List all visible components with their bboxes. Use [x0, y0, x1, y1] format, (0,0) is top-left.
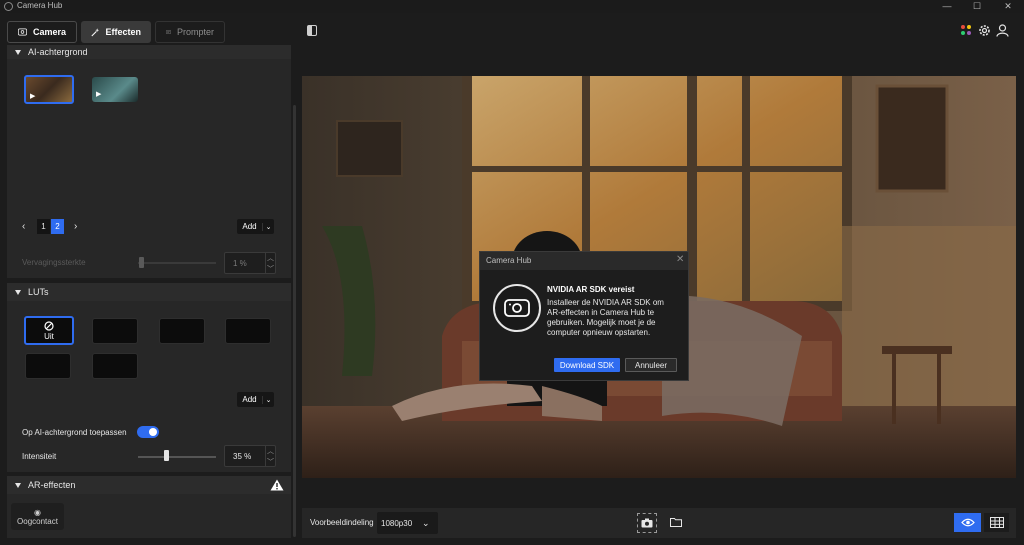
- blur-strength-label: Vervagingssterkte: [22, 258, 86, 267]
- toggle-knob: [149, 428, 157, 436]
- camera-icon: [493, 284, 541, 332]
- page-1-button[interactable]: 1: [37, 219, 50, 234]
- lut-preset[interactable]: [92, 353, 138, 379]
- camera-icon: [18, 28, 27, 36]
- collapse-triangle-icon: [15, 482, 21, 488]
- add-background-button[interactable]: Add ⌄: [237, 219, 274, 234]
- app-title: Camera Hub: [17, 1, 63, 10]
- intensity-slider-knob[interactable]: [163, 450, 169, 461]
- app-logo-icon: [4, 2, 13, 11]
- title-bar: Camera Hub — ☐ ✕: [0, 0, 1024, 13]
- account-icon[interactable]: [996, 24, 1009, 37]
- luts-header[interactable]: LUTs: [7, 283, 291, 301]
- page-2-button[interactable]: 2: [51, 219, 64, 234]
- lut-off-button[interactable]: Uit: [24, 316, 74, 345]
- blur-value-field[interactable]: 1 % ︿ ﹀: [224, 252, 276, 274]
- add-lut-label: Add: [242, 395, 257, 404]
- lut-preset[interactable]: [25, 353, 71, 379]
- tab-effects-label: Effecten: [105, 27, 141, 37]
- luts-title: LUTs: [28, 287, 49, 297]
- lut-off-label: Uit: [44, 331, 54, 341]
- dialog-title-bar: Camera Hub: [480, 252, 688, 270]
- intensity-stepper[interactable]: ︿ ﹀: [265, 445, 275, 467]
- blur-value: 1 %: [233, 258, 247, 268]
- ai-background-header[interactable]: AI-achtergrond: [7, 45, 291, 59]
- background-thumbnail[interactable]: ▶: [24, 75, 74, 104]
- disabled-icon: [44, 320, 54, 331]
- blur-stepper[interactable]: ︿ ﹀: [265, 252, 275, 274]
- ar-effects-header[interactable]: AR-effecten: [7, 476, 291, 494]
- blur-slider-track[interactable]: [138, 262, 216, 264]
- eye-contact-icon: ◉: [34, 507, 41, 517]
- prev-page-icon[interactable]: ‹: [22, 221, 25, 232]
- chevron-down-icon: ⌄: [262, 395, 274, 404]
- preview-toolbar: Voorbeeldindeling 1080p30 ⌄: [302, 508, 1016, 538]
- add-background-label: Add: [242, 222, 257, 231]
- video-icon: ▶: [30, 93, 36, 100]
- intensity-value-field[interactable]: 35 % ︿ ﹀: [224, 445, 276, 467]
- warning-icon[interactable]: [270, 479, 284, 493]
- blur-slider-knob[interactable]: [138, 257, 144, 268]
- ai-background-title: AI-achtergrond: [28, 47, 88, 57]
- apply-to-background-label: Op AI-achtergrond toepassen: [22, 428, 127, 437]
- eye-icon: [960, 518, 975, 527]
- lut-preset[interactable]: [225, 318, 271, 344]
- apply-to-background-toggle[interactable]: [137, 426, 159, 438]
- maximize-button[interactable]: ☐: [962, 0, 992, 13]
- tab-prompter-label: Prompter: [176, 27, 214, 37]
- dialog-heading: NVIDIA AR SDK vereist: [547, 285, 635, 294]
- dialog-title: Camera Hub: [486, 256, 532, 265]
- video-icon: ▶: [96, 91, 102, 98]
- lut-preset[interactable]: [159, 318, 205, 344]
- snapshot-button[interactable]: [637, 513, 657, 533]
- lut-preset[interactable]: [92, 318, 138, 344]
- chevron-down-icon: ⌄: [422, 517, 430, 528]
- preview-layout-label: Voorbeeldindeling: [310, 518, 374, 527]
- eye-contact-button[interactable]: ◉ Oogcontact: [11, 503, 64, 530]
- tab-effects[interactable]: Effecten: [81, 21, 151, 43]
- collapse-triangle-icon: [15, 289, 21, 295]
- eye-contact-label: Oogcontact: [17, 516, 58, 526]
- resolution-dropdown[interactable]: 1080p30 ⌄: [377, 512, 438, 534]
- collapse-panel-icon[interactable]: [307, 25, 317, 36]
- grid-icon: [989, 517, 1004, 528]
- grid-toggle-button[interactable]: [984, 513, 1009, 532]
- add-lut-button[interactable]: Add ⌄: [237, 392, 274, 407]
- dialog-close-icon[interactable]: ✕: [676, 254, 684, 265]
- cancel-button[interactable]: Annuleer: [625, 358, 677, 372]
- close-button[interactable]: ✕: [993, 0, 1023, 13]
- intensity-slider-track[interactable]: [138, 456, 216, 458]
- camera-snapshot-icon: [641, 518, 653, 528]
- tab-camera-label: Camera: [32, 27, 66, 37]
- preview-toggle-button[interactable]: [954, 513, 981, 532]
- prompter-icon: [166, 30, 171, 34]
- chevron-down-icon: ⌄: [262, 222, 274, 231]
- next-page-icon[interactable]: ›: [74, 221, 77, 232]
- panel-scrollbar[interactable]: [293, 105, 296, 537]
- background-thumbnail[interactable]: ▶: [92, 77, 138, 102]
- intensity-value: 35 %: [233, 451, 252, 461]
- download-sdk-button[interactable]: Download SDK: [554, 358, 620, 372]
- collapse-triangle-icon: [15, 49, 21, 55]
- intensity-label: Intensiteit: [22, 452, 57, 461]
- tab-prompter[interactable]: Prompter: [155, 21, 225, 43]
- minimize-button[interactable]: —: [932, 0, 962, 13]
- ar-effects-title: AR-effecten: [28, 480, 76, 490]
- apps-icon[interactable]: [960, 24, 972, 36]
- resolution-value: 1080p30: [381, 518, 413, 528]
- gear-icon[interactable]: [978, 24, 991, 37]
- sdk-required-dialog: Camera Hub ✕ NVIDIA AR SDK vereist Insta…: [479, 251, 689, 381]
- tab-camera[interactable]: Camera: [7, 21, 77, 43]
- magic-wand-icon: [91, 27, 100, 36]
- folder-icon[interactable]: [670, 517, 682, 529]
- dialog-body: Installeer de NVIDIA AR SDK om AR-effect…: [547, 298, 664, 337]
